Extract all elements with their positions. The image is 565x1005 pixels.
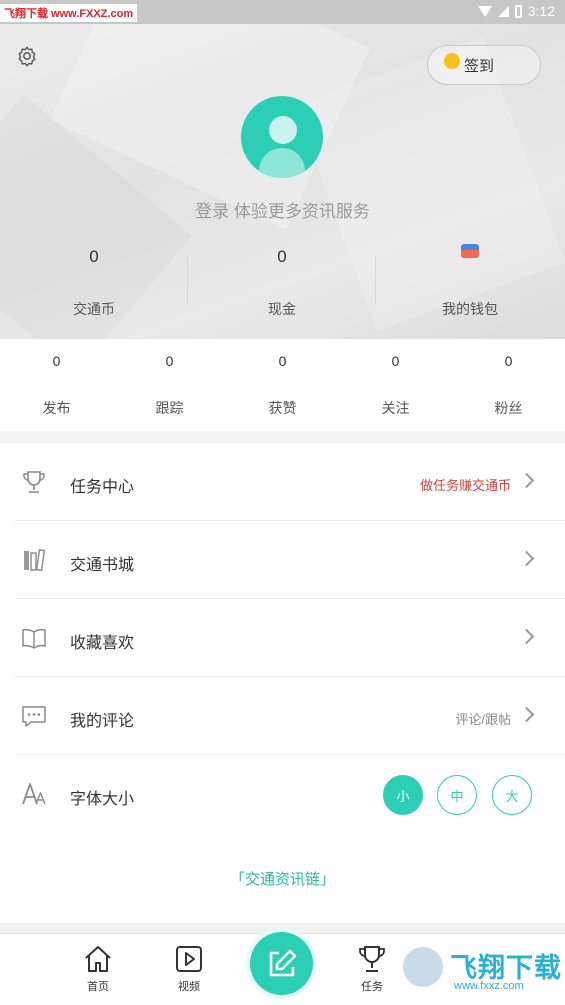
wifi-icon — [477, 5, 492, 17]
social-value: 0 — [391, 353, 400, 369]
chevron-right-icon — [518, 550, 535, 567]
social-label: 发布 — [42, 400, 71, 416]
social-value: 0 — [504, 353, 513, 369]
tab-home[interactable]: 首页 — [68, 944, 128, 994]
coin-icon — [444, 53, 460, 69]
chevron-right-icon — [518, 628, 535, 645]
trophy-icon — [359, 946, 385, 972]
menu-item-title: 字体大小 — [70, 791, 135, 808]
watermark-logo — [400, 944, 446, 990]
social-label: 获赞 — [268, 400, 297, 416]
settings-gear-icon[interactable] — [16, 45, 38, 67]
signal-icon — [497, 5, 509, 17]
font-size-small-button[interactable]: 小 — [383, 775, 423, 815]
stat-cash[interactable]: 0 现金 — [188, 244, 376, 334]
tab-video[interactable]: 视频 — [159, 944, 219, 994]
menu-item-hint: 做任务赚交通币 — [419, 478, 511, 493]
font-size-medium-button[interactable]: 中 — [437, 775, 477, 815]
stat-value: 0 — [89, 247, 99, 266]
social-stat-track[interactable]: 0 跟踪 — [113, 339, 226, 431]
login-prompt[interactable]: 登录 体验更多资讯服务 — [0, 197, 565, 222]
social-stat-following[interactable]: 0 关注 — [339, 339, 452, 431]
menu-item-title: 收藏喜欢 — [70, 635, 135, 652]
social-label: 粉丝 — [494, 400, 523, 416]
checkin-label: 签到 — [464, 57, 495, 75]
social-value: 0 — [278, 353, 287, 369]
menu-list: 任务中心 做任务赚交通币 交通书城 收藏喜欢 我的评论 评论/跟帖 字体大小 小… — [0, 443, 565, 923]
trophy-icon — [23, 471, 45, 493]
menu-item-task-center[interactable]: 任务中心 做任务赚交通币 — [0, 443, 565, 521]
chevron-right-icon — [518, 472, 535, 489]
chevron-right-icon — [518, 706, 535, 723]
social-stats: 0 发布 0 跟踪 0 获赞 0 关注 0 粉丝 — [0, 339, 565, 431]
stat-label: 现金 — [268, 301, 296, 317]
menu-item-my-comments[interactable]: 我的评论 评论/跟帖 — [0, 677, 565, 755]
stat-label: 我的钱包 — [442, 301, 498, 317]
social-value: 0 — [52, 353, 61, 369]
news-chain-link[interactable]: 「交通资讯链」 — [0, 868, 565, 889]
books-icon — [24, 549, 46, 572]
social-value: 0 — [165, 353, 174, 369]
menu-item-bookstore[interactable]: 交通书城 — [0, 521, 565, 599]
tab-label: 首页 — [87, 981, 109, 993]
menu-item-title: 交通书城 — [70, 557, 135, 574]
font-size-icon — [22, 783, 46, 805]
menu-item-font-size: 字体大小 小 中 大 — [0, 755, 565, 833]
edit-icon — [269, 949, 296, 976]
comment-icon — [22, 706, 46, 727]
social-stat-fans[interactable]: 0 粉丝 — [452, 339, 565, 431]
status-icons: 3:12 — [477, 3, 555, 19]
menu-item-favorites[interactable]: 收藏喜欢 — [0, 599, 565, 677]
social-stat-publish[interactable]: 0 发布 — [0, 339, 113, 431]
watermark-url: www.fxxz.com — [454, 980, 524, 992]
social-stat-likes[interactable]: 0 获赞 — [226, 339, 339, 431]
avatar[interactable] — [241, 96, 323, 178]
watermark-text: 飞翔下载 www.FXXZ.com — [0, 4, 138, 22]
font-size-large-button[interactable]: 大 — [492, 775, 532, 815]
stat-label: 交通币 — [73, 301, 115, 317]
stat-value: 0 — [277, 247, 287, 266]
avatar-body-shape — [259, 148, 305, 178]
social-label: 关注 — [381, 400, 410, 416]
status-time: 3:12 — [527, 3, 555, 19]
menu-item-title: 任务中心 — [70, 479, 135, 496]
checkin-button[interactable]: 签到 — [427, 45, 541, 85]
tab-label: 任务 — [361, 981, 383, 993]
avatar-head-shape — [269, 116, 297, 144]
social-label: 跟踪 — [155, 400, 184, 416]
status-bar: 飞翔下载 www.FXXZ.com 3:12 — [0, 0, 565, 24]
stat-wallet[interactable]: 我的钱包 — [376, 244, 564, 334]
profile-header: 签到 登录 体验更多资讯服务 0 交通币 0 现金 我的钱包 — [0, 24, 565, 339]
tab-label: 视频 — [178, 981, 200, 993]
tab-tasks[interactable]: 任务 — [342, 944, 402, 994]
wallet-icon — [461, 244, 479, 258]
menu-item-hint: 评论/跟帖 — [455, 712, 511, 727]
compose-button[interactable] — [250, 932, 313, 995]
stat-coins[interactable]: 0 交通币 — [0, 244, 188, 334]
battery-icon — [514, 4, 522, 18]
open-book-icon — [22, 628, 46, 649]
video-icon — [176, 946, 202, 972]
home-icon — [85, 946, 111, 972]
menu-item-title: 我的评论 — [70, 713, 135, 730]
site-watermark: 飞翔下载 www.fxxz.com — [398, 940, 563, 1000]
